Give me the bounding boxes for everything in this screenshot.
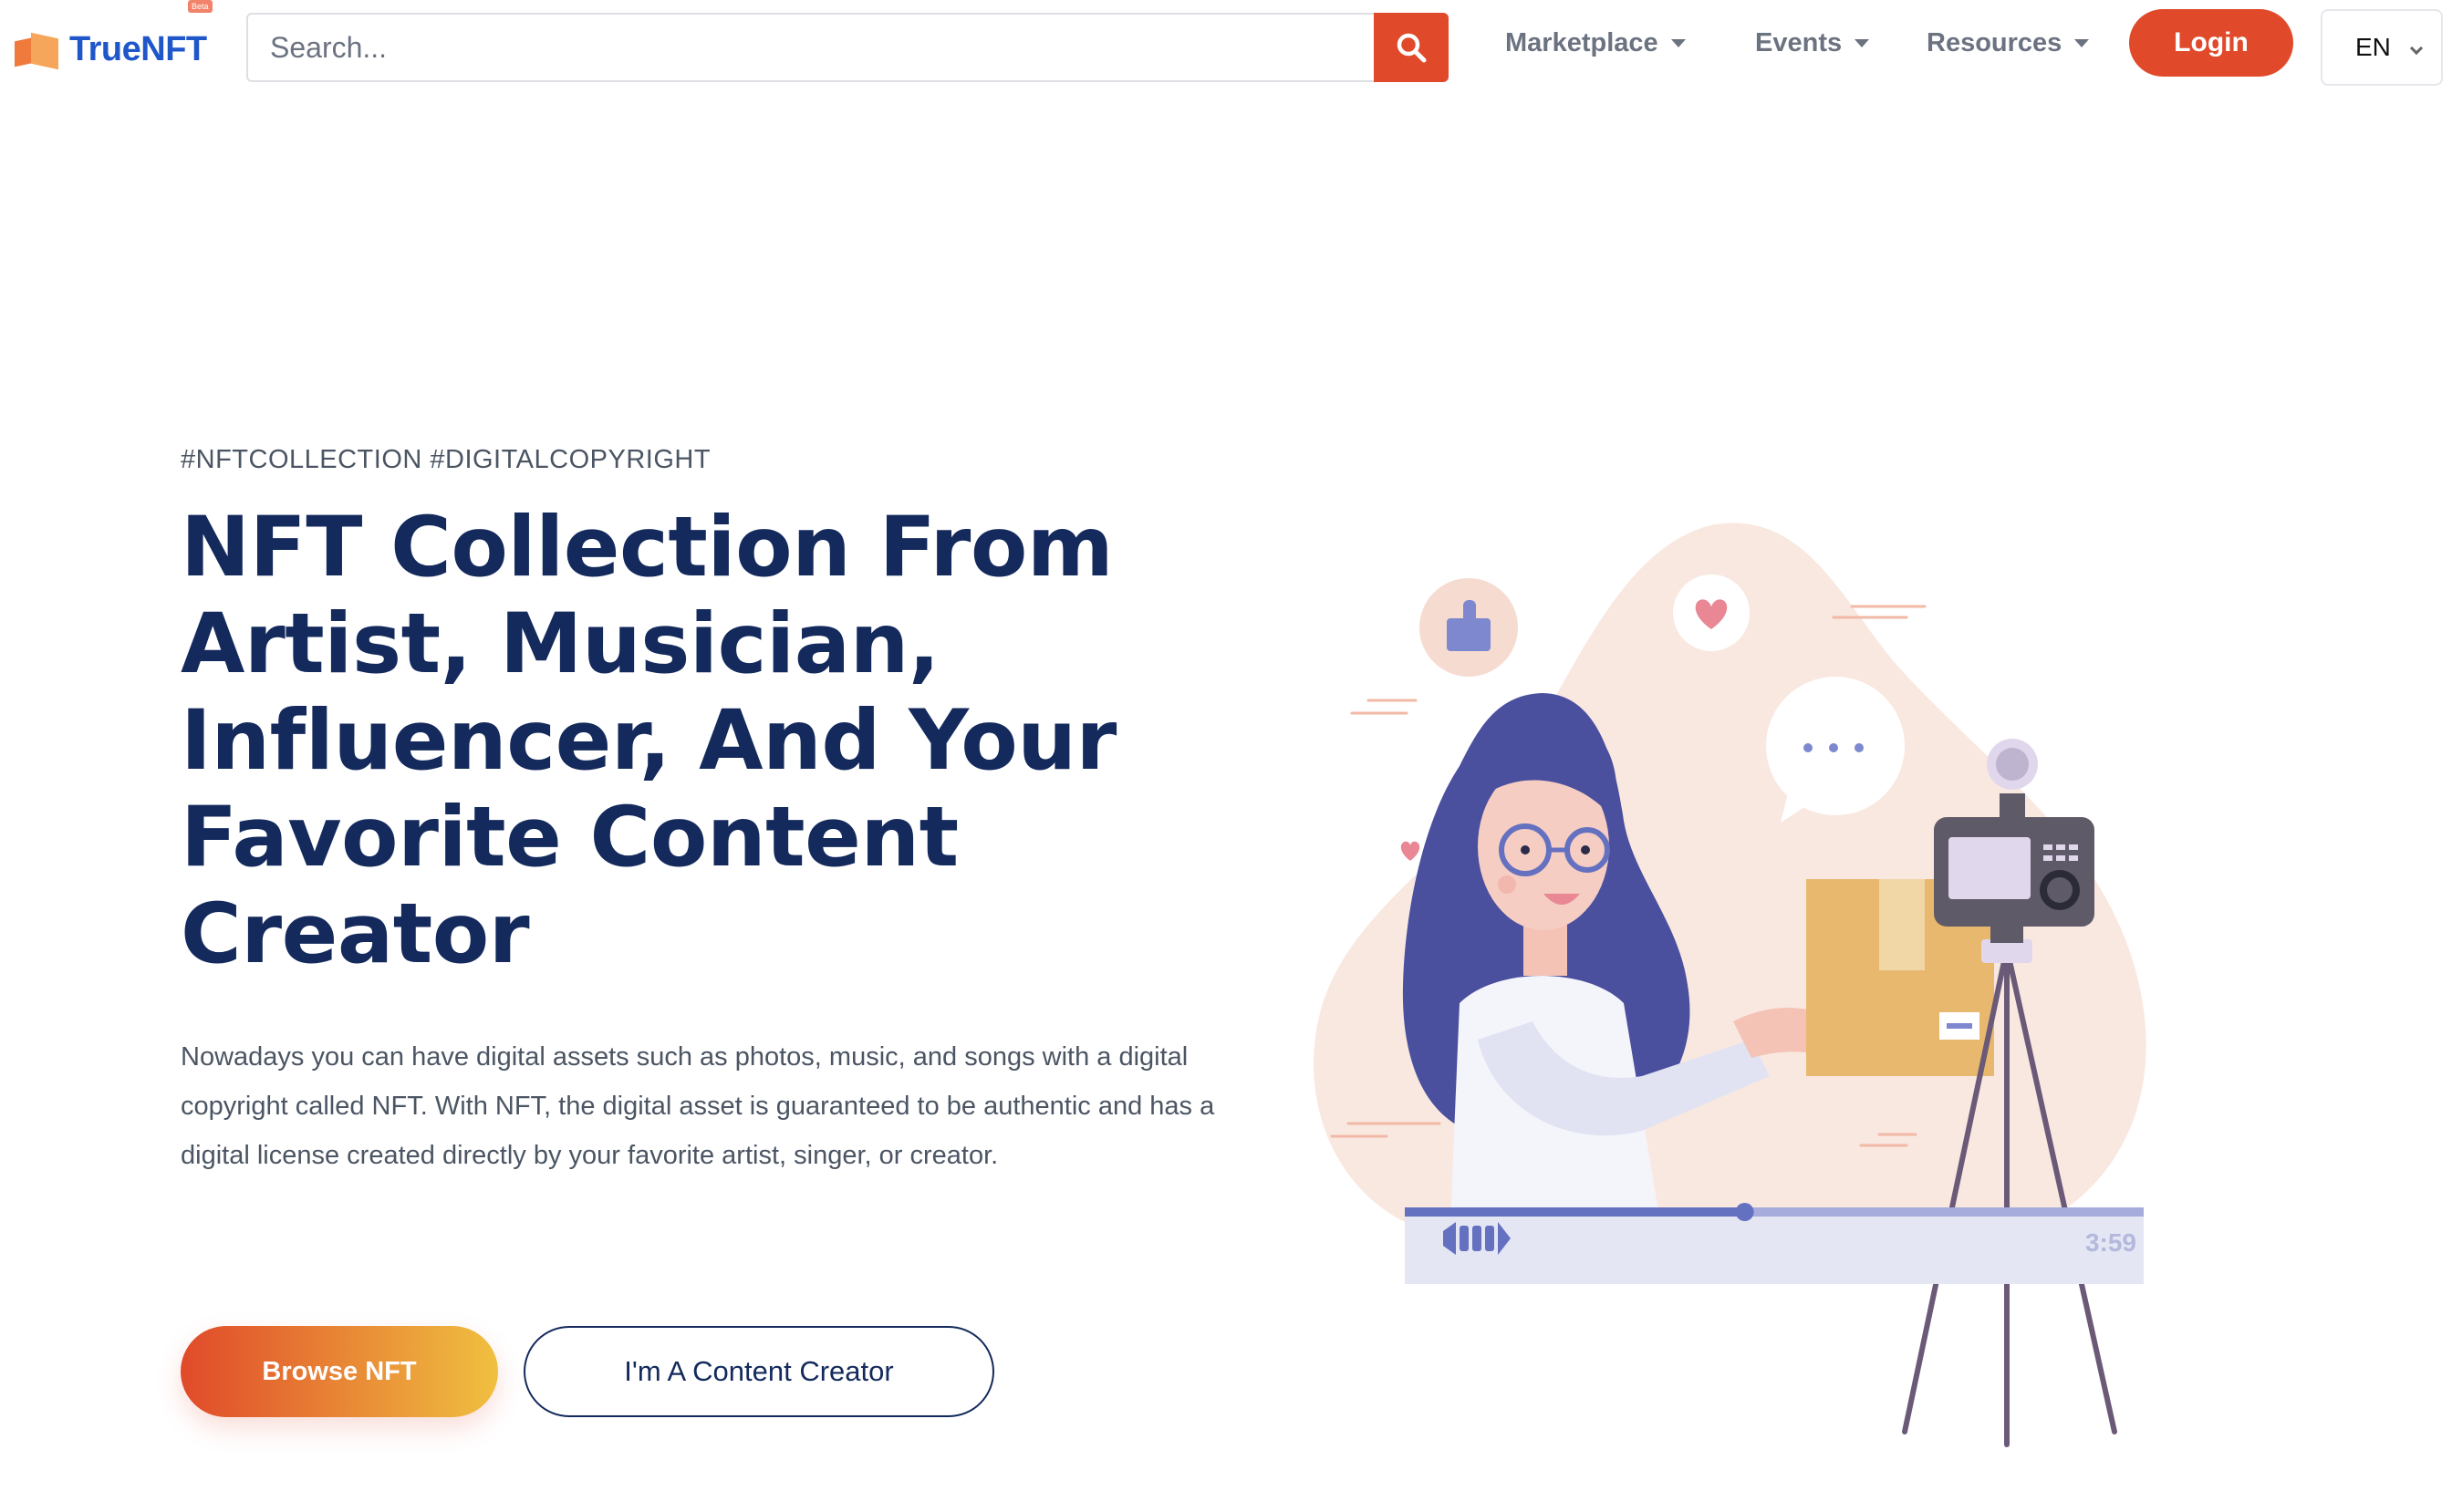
search-button[interactable]: [1374, 13, 1449, 82]
hero-title: NFT Collection From Artist, Musician, In…: [181, 500, 1184, 983]
logo-text: TrueNFT: [69, 29, 207, 68]
heart-bubble: [1673, 575, 1750, 651]
caret-down-icon: [1855, 38, 1870, 47]
logo-mark-icon: [15, 30, 62, 70]
login-button[interactable]: Login: [2129, 9, 2293, 77]
dot: [1829, 743, 1838, 752]
chevron-down-icon: [2409, 41, 2424, 56]
video-player-bar: 3:59: [1405, 1203, 2144, 1284]
nav-marketplace-label: Marketplace: [1505, 27, 1658, 57]
browse-nft-button[interactable]: Browse NFT: [181, 1326, 498, 1417]
hero-tags: #NFTCOLLECTION #DIGITALCOPYRIGHT: [181, 445, 712, 474]
hero-title-line: Artist, Musician,: [181, 596, 940, 692]
dot: [1855, 743, 1864, 752]
hero-illustration: 3:59: [1314, 523, 2146, 1447]
hero-description: Nowadays you can have digital assets suc…: [181, 1042, 1215, 1170]
nav-events-label: Events: [1755, 27, 1843, 57]
search-icon: [1397, 33, 1427, 63]
dot: [1803, 743, 1813, 752]
content-creator-button[interactable]: I'm A Content Creator: [524, 1326, 994, 1417]
beta-badge: Beta: [188, 0, 213, 13]
hero-title-line: NFT Collection From: [181, 500, 1114, 595]
caret-down-icon: [2074, 38, 2090, 47]
hero-title-line: Creator: [181, 886, 530, 982]
volume-icon: [1443, 1222, 1511, 1255]
video-time: 3:59: [2085, 1228, 2136, 1257]
search-bar: [246, 13, 1449, 82]
hero-title-line: Influencer, And Your: [181, 693, 1117, 789]
video-progress: [1405, 1207, 1745, 1217]
nav-resources[interactable]: Resources: [1927, 20, 2090, 66]
nav-marketplace[interactable]: Marketplace: [1505, 20, 1686, 66]
caret-down-icon: [1670, 38, 1686, 47]
video-bar-track: [1405, 1211, 2144, 1284]
thumbs-up-bubble: [1419, 578, 1518, 677]
language-value: EN: [2355, 33, 2391, 61]
truenft-logo[interactable]: TrueNFT: [15, 24, 207, 75]
nav-events[interactable]: Events: [1755, 20, 1870, 66]
video-progress-knob: [1735, 1203, 1754, 1221]
nav-resources-label: Resources: [1927, 27, 2062, 57]
language-select[interactable]: EN: [2321, 9, 2443, 86]
top-navbar: TrueNFT Beta Marketplace Events Resource…: [0, 0, 2452, 91]
search-input[interactable]: [248, 15, 1447, 80]
hero-title-line: Favorite Content: [181, 790, 959, 885]
